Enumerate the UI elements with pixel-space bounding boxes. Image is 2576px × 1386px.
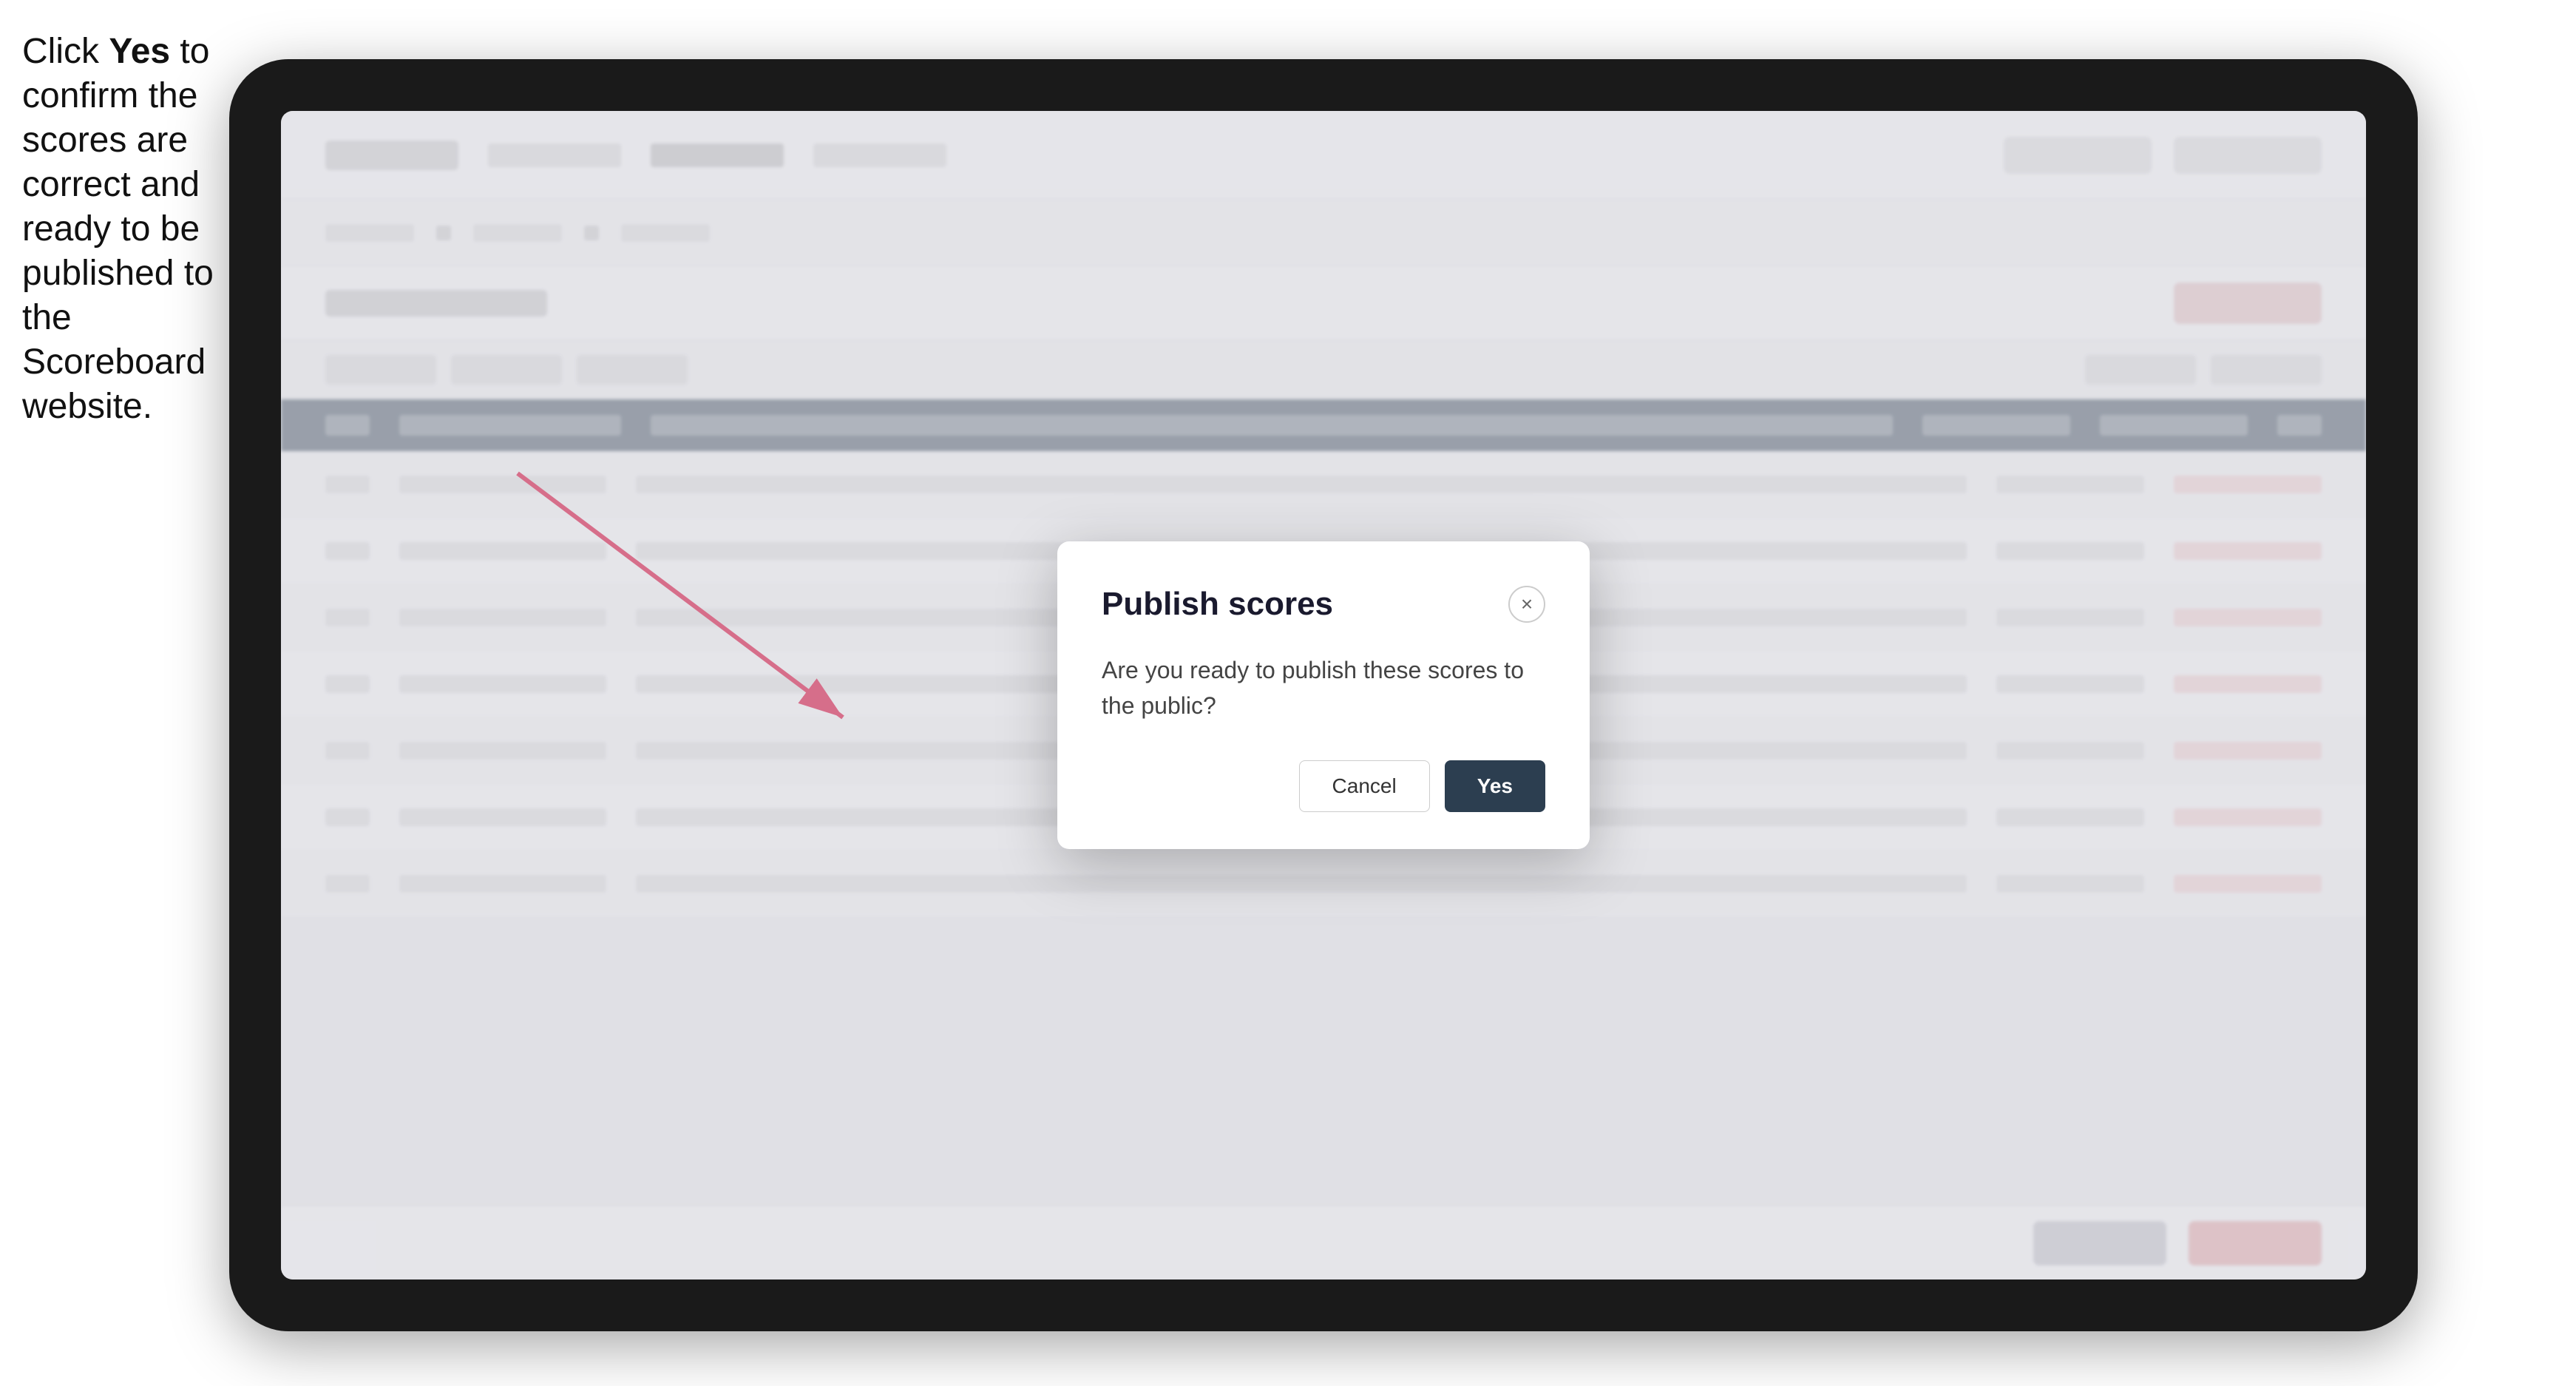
modal-header: Publish scores × xyxy=(1102,586,1545,623)
instruction-part1: Click xyxy=(22,32,109,71)
tablet-device: Publish scores × Are you ready to publis… xyxy=(229,59,2418,1331)
modal-body-text: Are you ready to publish these scores to… xyxy=(1102,652,1545,723)
instruction-bold: Yes xyxy=(109,32,170,71)
yes-button[interactable]: Yes xyxy=(1445,760,1545,812)
modal-body: Are you ready to publish these scores to… xyxy=(1102,652,1545,723)
tablet-screen: Publish scores × Are you ready to publis… xyxy=(281,111,2366,1279)
modal-title: Publish scores xyxy=(1102,586,1333,623)
modal-close-button[interactable]: × xyxy=(1508,586,1545,623)
publish-scores-modal: Publish scores × Are you ready to publis… xyxy=(1057,541,1590,849)
cancel-button[interactable]: Cancel xyxy=(1299,760,1430,812)
modal-footer: Cancel Yes xyxy=(1102,760,1545,812)
modal-overlay: Publish scores × Are you ready to publis… xyxy=(281,111,2366,1279)
instruction-text: Click Yes to confirm the scores are corr… xyxy=(22,30,237,429)
instruction-part2: to confirm the scores are correct and re… xyxy=(22,32,214,426)
